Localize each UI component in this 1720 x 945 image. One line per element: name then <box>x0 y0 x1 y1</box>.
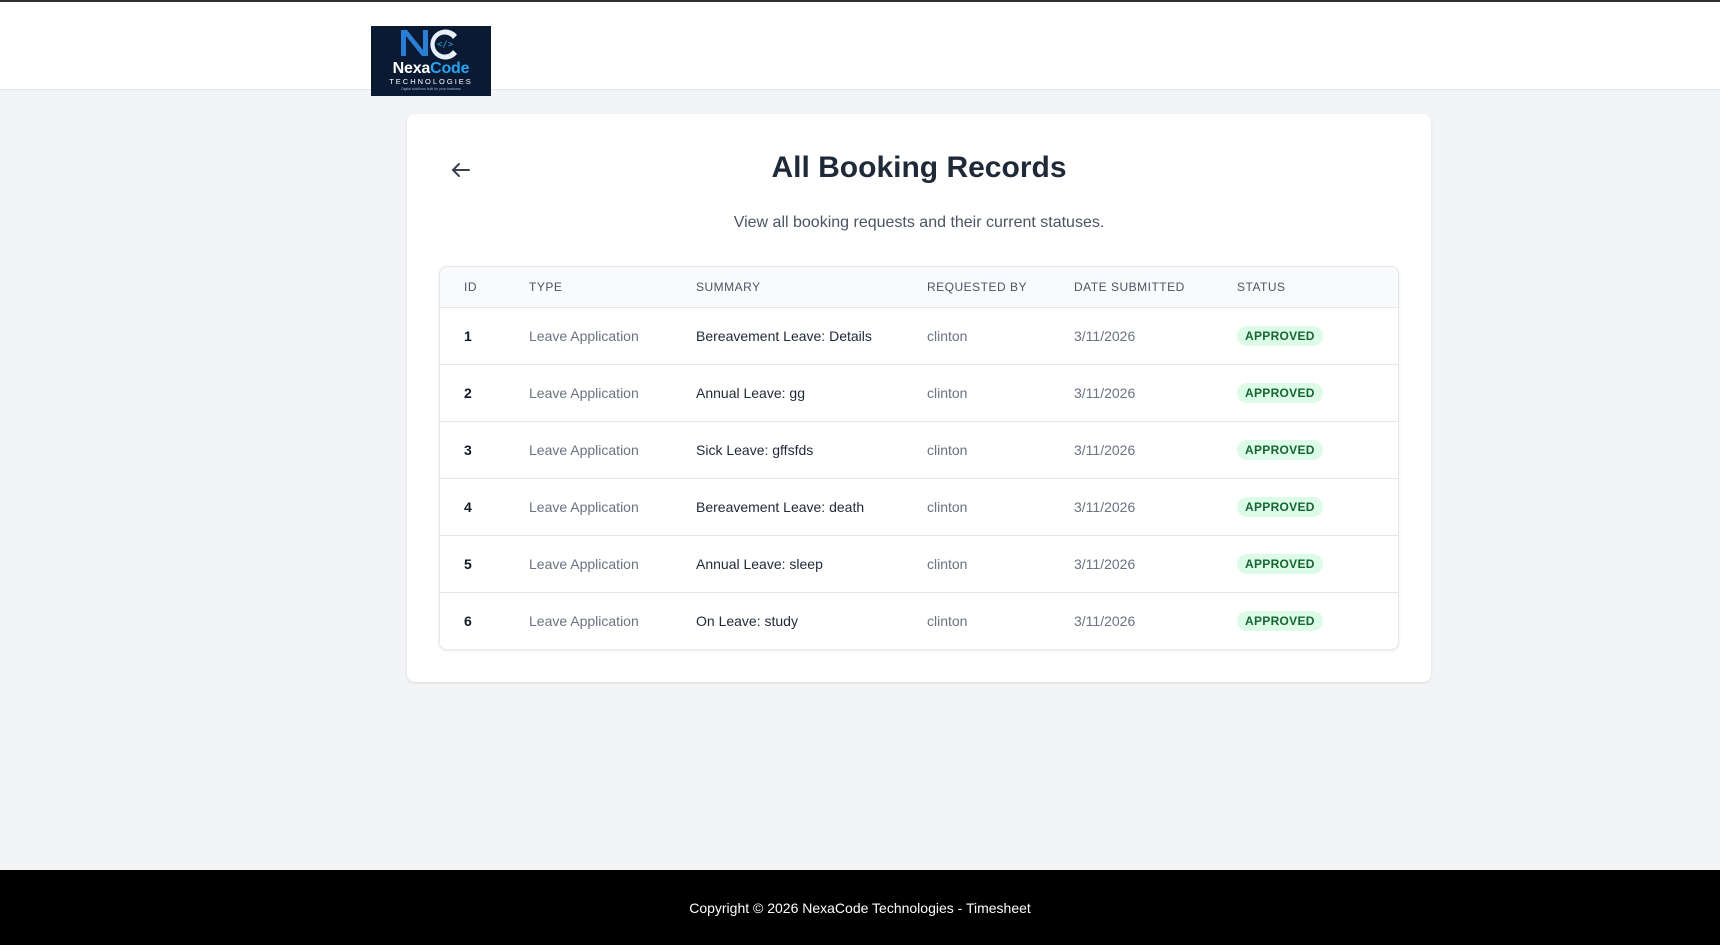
cell-status: APPROVED <box>1213 307 1398 364</box>
cell-date-submitted: 3/11/2026 <box>1074 555 1136 572</box>
table-row[interactable]: 2 Leave Application Annual Leave: gg cli… <box>440 364 1398 421</box>
cell-date-submitted: 3/11/2026 <box>1074 498 1136 515</box>
cell-id: 2 <box>464 384 472 401</box>
nc-monogram-icon: </> <box>401 29 457 60</box>
booking-records-table-container: ID TYPE SUMMARY REQUESTED BY DATE SUBMIT… <box>439 266 1399 650</box>
cell-summary: Sick Leave: gffsfds <box>696 441 814 458</box>
cell-summary: Annual Leave: gg <box>696 384 805 401</box>
page-title: All Booking Records <box>771 151 1067 184</box>
column-header-status: STATUS <box>1213 267 1398 308</box>
table-row[interactable]: 1 Leave Application Bereavement Leave: D… <box>440 307 1398 364</box>
cell-id: 5 <box>464 555 472 572</box>
status-badge: APPROVED <box>1237 496 1323 517</box>
cell-type: Leave Application <box>529 441 639 458</box>
cell-summary: Bereavement Leave: Details <box>696 327 872 344</box>
column-header-summary: SUMMARY <box>672 267 903 308</box>
cell-type: Leave Application <box>529 384 639 401</box>
cell-requested-by: clinton <box>927 498 968 515</box>
footer-copyright: Copyright © 2026 NexaCode Technologies -… <box>689 899 1031 916</box>
svg-text:</>: </> <box>437 40 454 50</box>
app-header <box>0 2 1720 90</box>
table-row[interactable]: 3 Leave Application Sick Leave: gffsfds … <box>440 421 1398 478</box>
column-header-requested-by: REQUESTED BY <box>903 267 1050 308</box>
logo-tagline: Digital solutions built for your busines… <box>401 87 461 91</box>
column-header-date-submitted: DATE SUBMITTED <box>1050 267 1213 308</box>
cell-id: 1 <box>464 327 472 344</box>
cell-status: APPROVED <box>1213 478 1398 535</box>
cell-requested-by: clinton <box>927 327 968 344</box>
cell-requested-by: clinton <box>927 384 968 401</box>
cell-type: Leave Application <box>529 555 639 572</box>
cell-requested-by: clinton <box>927 441 968 458</box>
table-header-row: ID TYPE SUMMARY REQUESTED BY DATE SUBMIT… <box>440 267 1398 308</box>
status-badge: APPROVED <box>1237 553 1323 574</box>
status-badge: APPROVED <box>1237 610 1323 631</box>
logo-wordmark: NexaCode <box>392 60 470 77</box>
table-row[interactable]: 5 Leave Application Annual Leave: sleep … <box>440 535 1398 592</box>
cell-requested-by: clinton <box>927 612 968 629</box>
cell-status: APPROVED <box>1213 421 1398 478</box>
cell-summary: Bereavement Leave: death <box>696 498 865 515</box>
cell-date-submitted: 3/11/2026 <box>1074 327 1136 344</box>
status-badge: APPROVED <box>1237 382 1323 403</box>
cell-type: Leave Application <box>529 327 639 344</box>
booking-records-card: All Booking Records View all booking req… <box>407 114 1431 682</box>
cell-summary: Annual Leave: sleep <box>696 555 823 572</box>
table-row[interactable]: 4 Leave Application Bereavement Leave: d… <box>440 478 1398 535</box>
table-row[interactable]: 6 Leave Application On Leave: study clin… <box>440 592 1398 649</box>
page-subtitle: View all booking requests and their curr… <box>733 214 1105 231</box>
column-header-type: TYPE <box>505 267 672 308</box>
cell-status: APPROVED <box>1213 364 1398 421</box>
cell-status: APPROVED <box>1213 535 1398 592</box>
cell-id: 3 <box>464 441 472 458</box>
column-header-id: ID <box>440 267 505 308</box>
nexacode-logo[interactable]: </> NexaCode TECHNOLOGIES Digital soluti… <box>371 26 491 96</box>
booking-records-table: ID TYPE SUMMARY REQUESTED BY DATE SUBMIT… <box>440 267 1398 649</box>
cell-date-submitted: 3/11/2026 <box>1074 612 1136 629</box>
logo-subtitle: TECHNOLOGIES <box>389 77 473 86</box>
status-badge: APPROVED <box>1237 325 1323 346</box>
cell-date-submitted: 3/11/2026 <box>1074 441 1136 458</box>
cell-id: 6 <box>464 612 472 629</box>
cell-summary: On Leave: study <box>696 612 798 629</box>
cell-requested-by: clinton <box>927 555 968 572</box>
cell-status: APPROVED <box>1213 592 1398 649</box>
cell-id: 4 <box>464 498 472 515</box>
status-badge: APPROVED <box>1237 439 1323 460</box>
app-footer: Copyright © 2026 NexaCode Technologies -… <box>0 870 1720 945</box>
cell-type: Leave Application <box>529 498 639 515</box>
cell-date-submitted: 3/11/2026 <box>1074 384 1136 401</box>
cell-type: Leave Application <box>529 612 639 629</box>
